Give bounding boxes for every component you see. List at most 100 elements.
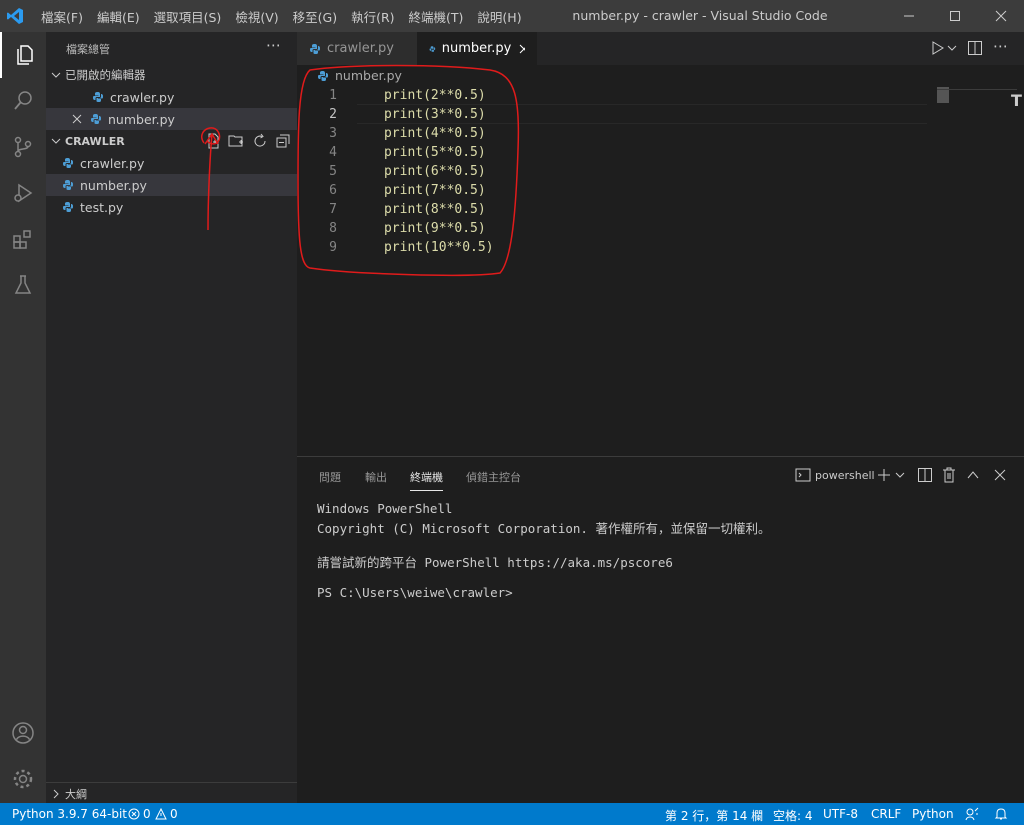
file-item[interactable]: number.py: [46, 174, 297, 196]
menu-bar: 檔案(F) 編輯(E) 選取項目(S) 檢視(V) 移至(G) 執行(R) 終端…: [34, 0, 529, 32]
python-interpreter[interactable]: Python 3.9.7 64-bit: [12, 807, 127, 821]
file-item[interactable]: crawler.py: [46, 152, 297, 174]
tab-problems[interactable]: 問題: [319, 469, 341, 485]
python-file-icon: [63, 180, 73, 190]
menu-selection[interactable]: 選取項目(S): [147, 7, 229, 26]
close-icon[interactable]: [519, 44, 525, 54]
run-debug-icon: [14, 183, 33, 203]
error-count[interactable]: 0: [143, 807, 151, 821]
folder-label: CRAWLER: [65, 134, 125, 148]
accounts-button[interactable]: [0, 710, 46, 756]
chevron-down-icon[interactable]: [947, 43, 957, 53]
minimize-button[interactable]: [886, 0, 932, 32]
more-actions-icon[interactable]: ⋯: [266, 36, 281, 54]
encoding[interactable]: UTF-8: [823, 807, 858, 821]
open-editor-label: number.py: [108, 111, 175, 127]
bell-icon[interactable]: [994, 807, 1008, 821]
minimap-divider: [937, 89, 1017, 90]
run-icon[interactable]: [931, 41, 945, 55]
extensions-icon: [13, 230, 31, 249]
indentation[interactable]: 空格: 4: [773, 807, 813, 824]
search-button[interactable]: [0, 78, 46, 124]
menu-run[interactable]: 執行(R): [344, 7, 401, 26]
manage-button[interactable]: [0, 756, 46, 802]
source-control-button[interactable]: [0, 124, 46, 170]
collapse-all-icon[interactable]: [275, 133, 291, 149]
text-cursor-icon: T: [1011, 91, 1022, 110]
language-mode[interactable]: Python: [912, 807, 954, 821]
source-control-icon: [14, 136, 32, 158]
flask-icon: [14, 275, 32, 294]
minimize-icon: [904, 15, 914, 17]
chevron-down-icon: [51, 138, 61, 144]
python-file-icon: [310, 43, 320, 54]
close-icon[interactable]: [72, 114, 82, 124]
terminal-line: Windows PowerShell: [317, 501, 453, 516]
close-icon[interactable]: [994, 469, 1006, 481]
warning-count[interactable]: 0: [170, 807, 178, 821]
add-terminal-icon[interactable]: [877, 468, 891, 482]
file-label: test.py: [80, 199, 124, 215]
maximize-button[interactable]: [932, 0, 978, 32]
tab-label: number.py: [441, 41, 512, 56]
open-editor-item[interactable]: number.py: [46, 108, 297, 130]
refresh-icon[interactable]: [252, 133, 268, 149]
warning-icon[interactable]: [155, 808, 167, 820]
extensions-button[interactable]: [0, 216, 46, 262]
terminal-line: Copyright (C) Microsoft Corporation. 著作權…: [317, 521, 771, 536]
menu-go[interactable]: 移至(G): [286, 7, 344, 26]
chevron-down-icon[interactable]: [895, 470, 905, 480]
explorer-button[interactable]: [0, 32, 48, 78]
end-of-line[interactable]: CRLF: [871, 807, 901, 821]
menu-file[interactable]: 檔案(F): [34, 7, 90, 26]
outline-label: 大綱: [65, 788, 87, 801]
menu-terminal[interactable]: 終端機(T): [402, 7, 471, 26]
menu-edit[interactable]: 編輯(E): [90, 7, 147, 26]
file-item[interactable]: test.py: [46, 196, 297, 218]
open-editors-label: 已開啟的編輯器: [65, 68, 146, 82]
split-editor-icon[interactable]: [967, 40, 983, 56]
split-terminal-icon[interactable]: [917, 467, 933, 483]
testing-button[interactable]: [0, 262, 46, 308]
feedback-icon[interactable]: [965, 807, 979, 821]
vscode-logo-icon: [7, 8, 23, 24]
title-bar: 檔案(F) 編輯(E) 選取項目(S) 檢視(V) 移至(G) 執行(R) 終端…: [0, 0, 1024, 32]
menu-view[interactable]: 檢視(V): [228, 7, 285, 26]
file-label: crawler.py: [80, 155, 145, 171]
menu-help[interactable]: 說明(H): [470, 7, 528, 26]
more-actions-icon[interactable]: ⋯: [993, 37, 1008, 55]
red-annotation-arrow: [201, 127, 221, 231]
chevron-up-icon[interactable]: [967, 469, 979, 481]
terminal-prompt[interactable]: PS C:\Users\weiwe\crawler>: [317, 585, 513, 600]
sidebar-title: 檔案總管: [66, 43, 110, 56]
maximize-icon: [950, 11, 960, 21]
explorer-sidebar: 檔案總管 ⋯ 已開啟的編輯器 crawler.py number.py CRAW…: [46, 32, 297, 803]
status-bar: Python 3.9.7 64-bit 0 0 第 2 行，第 14 欄 空格:…: [0, 803, 1024, 825]
tab-label: crawler.py: [327, 41, 394, 56]
terminal-panel: 問題 輸出 終端機 偵錯主控台 powershell Windows Power…: [297, 456, 1024, 804]
close-icon: [995, 10, 1007, 22]
terminal-line: 請嘗試新的跨平台 PowerShell https://aka.ms/pscor…: [317, 555, 673, 570]
open-editors-section[interactable]: 已開啟的編輯器: [46, 64, 297, 86]
outline-section[interactable]: 大綱: [46, 782, 297, 805]
tab-terminal[interactable]: 終端機: [410, 469, 443, 491]
open-editor-item[interactable]: crawler.py: [46, 86, 297, 108]
tab-debug-console[interactable]: 偵錯主控台: [466, 469, 521, 485]
chevron-down-icon: [51, 72, 61, 78]
open-editor-label: crawler.py: [110, 89, 175, 105]
trash-icon[interactable]: [942, 467, 956, 483]
cursor-position[interactable]: 第 2 行，第 14 欄: [665, 807, 763, 824]
run-debug-button[interactable]: [0, 170, 46, 216]
tab-output[interactable]: 輸出: [365, 469, 387, 485]
search-icon: [14, 91, 32, 110]
red-annotation-outline: [297, 64, 520, 276]
python-file-icon: [93, 92, 103, 102]
terminal-icon: [795, 468, 811, 482]
account-icon: [12, 722, 34, 744]
terminal-shell-label[interactable]: powershell: [815, 469, 875, 482]
python-file-icon: [91, 114, 101, 124]
close-window-button[interactable]: [978, 0, 1024, 32]
python-file-icon: [63, 202, 73, 212]
error-icon[interactable]: [128, 808, 140, 820]
activity-bar: [0, 32, 46, 803]
